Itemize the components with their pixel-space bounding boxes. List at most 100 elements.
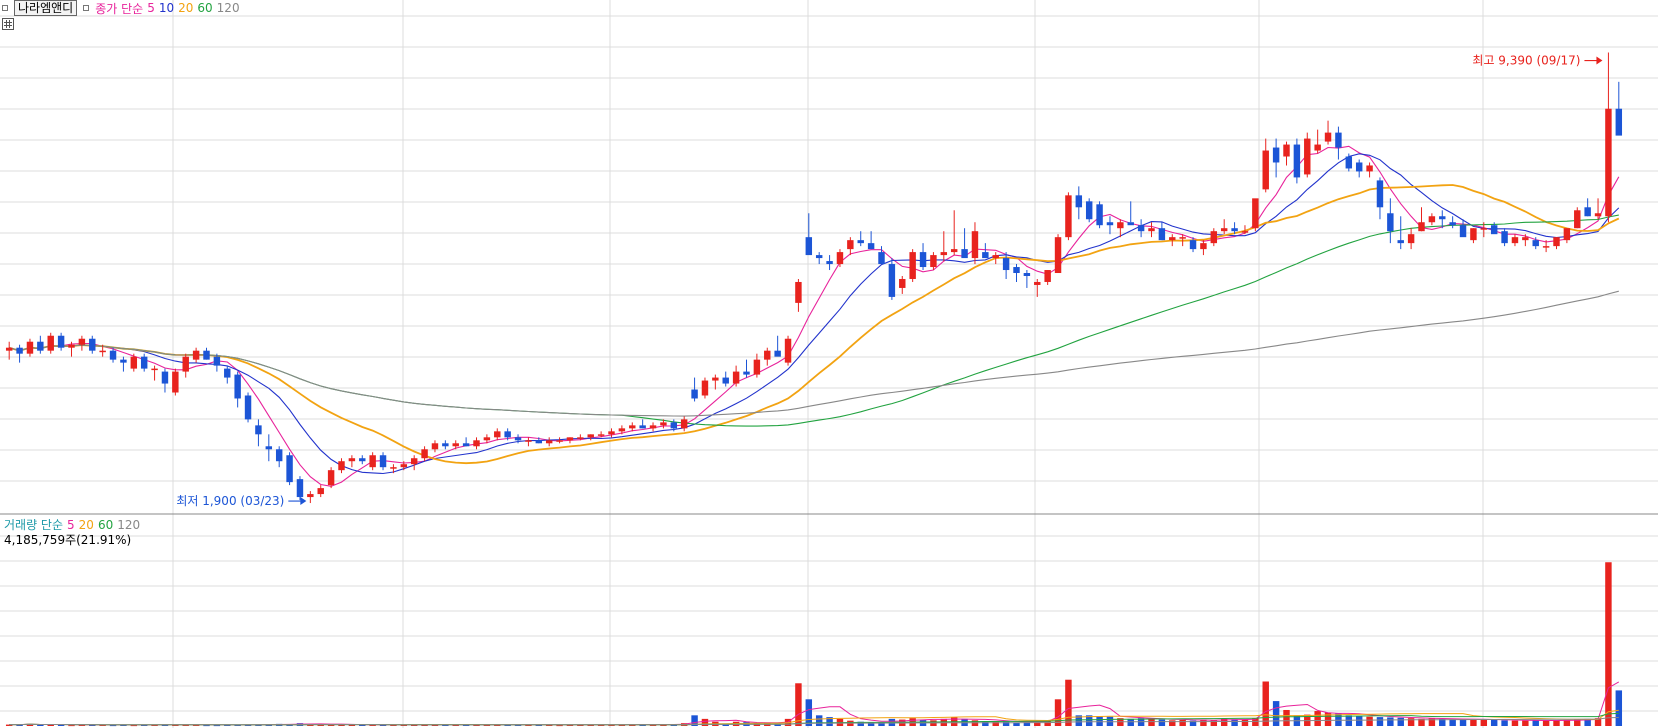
candle-body[interactable]	[982, 252, 989, 259]
candle-body[interactable]	[712, 377, 719, 381]
candle-body[interactable]	[971, 231, 979, 259]
candle-body[interactable]	[338, 461, 345, 471]
candle-body[interactable]	[556, 440, 563, 442]
candle-body[interactable]	[1594, 213, 1602, 217]
candle-body[interactable]	[1075, 195, 1083, 208]
candle-body[interactable]	[172, 371, 179, 393]
candle-body[interactable]	[1522, 237, 1529, 241]
candle-body[interactable]	[130, 356, 138, 369]
volume-bar[interactable]	[1490, 719, 1498, 726]
candle-body[interactable]	[348, 458, 356, 462]
volume-bar[interactable]	[1542, 720, 1550, 726]
candle-body[interactable]	[494, 431, 501, 438]
candle-body[interactable]	[462, 443, 470, 447]
vol-ma60-label[interactable]: 60	[98, 518, 113, 532]
candle-body[interactable]	[660, 422, 667, 426]
volume-bar[interactable]	[1470, 719, 1477, 726]
candle-body[interactable]	[1511, 237, 1519, 244]
candle-body[interactable]	[1542, 246, 1550, 248]
candle-body[interactable]	[1387, 213, 1394, 232]
candle-body[interactable]	[1490, 225, 1498, 235]
vol-ma20-label[interactable]: 20	[79, 518, 94, 532]
candle-body[interactable]	[1418, 222, 1425, 232]
volume-bar[interactable]	[1387, 717, 1394, 726]
candle-body[interactable]	[618, 428, 626, 432]
candle-body[interactable]	[878, 252, 885, 265]
candle-body[interactable]	[1241, 231, 1249, 233]
candle-body[interactable]	[16, 347, 23, 354]
candle-body[interactable]	[1553, 237, 1560, 247]
candle-body[interactable]	[1584, 207, 1591, 217]
candle-body[interactable]	[192, 350, 200, 360]
ma10-label[interactable]: 10	[159, 1, 174, 15]
volume-bar[interactable]	[1532, 720, 1539, 726]
candle-body[interactable]	[421, 449, 428, 459]
candle-body[interactable]	[639, 425, 646, 429]
candle-body[interactable]	[89, 338, 96, 351]
candle-body[interactable]	[1252, 198, 1259, 229]
candle-body[interactable]	[1231, 228, 1238, 232]
candle-body[interactable]	[566, 437, 574, 441]
candle-body[interactable]	[743, 371, 750, 375]
candle-body[interactable]	[369, 455, 376, 468]
candle-body[interactable]	[680, 419, 688, 429]
stock-name-button[interactable]: 나라엠앤디	[14, 0, 78, 16]
candle-body[interactable]	[514, 437, 522, 441]
candle-body[interactable]	[1615, 108, 1623, 136]
candle-body[interactable]	[1127, 222, 1134, 226]
candle-body[interactable]	[1304, 138, 1311, 175]
candle-body[interactable]	[1096, 204, 1103, 226]
candle-body[interactable]	[867, 243, 875, 250]
candle-body[interactable]	[1054, 237, 1062, 274]
candle-body[interactable]	[888, 264, 896, 297]
candle-body[interactable]	[400, 464, 408, 468]
candle-body[interactable]	[1200, 243, 1207, 250]
candle-body[interactable]	[379, 455, 387, 468]
candle-body[interactable]	[473, 440, 480, 447]
candle-body[interactable]	[535, 440, 543, 444]
candle-body[interactable]	[307, 494, 314, 498]
volume-bar[interactable]	[1459, 719, 1467, 726]
candle-body[interactable]	[224, 368, 231, 378]
candle-body[interactable]	[1574, 210, 1581, 229]
candle-body[interactable]	[764, 350, 771, 360]
volume-bar[interactable]	[1127, 718, 1134, 726]
candle-body[interactable]	[1449, 222, 1456, 226]
candle-body[interactable]	[234, 374, 241, 399]
candle-body[interactable]	[608, 431, 615, 435]
volume-bar[interactable]	[1605, 562, 1612, 726]
candle-body[interactable]	[1563, 228, 1571, 241]
candle-body[interactable]	[68, 344, 75, 348]
volume-bar[interactable]	[37, 724, 44, 726]
candle-body[interactable]	[649, 425, 657, 429]
candle-body[interactable]	[1023, 273, 1031, 276]
candle-body[interactable]	[410, 458, 418, 465]
candle-body[interactable]	[26, 341, 34, 354]
candle-body[interactable]	[930, 255, 937, 268]
candle-body[interactable]	[1293, 144, 1301, 178]
candle-body[interactable]	[140, 356, 148, 369]
candle-body[interactable]	[161, 371, 169, 384]
volume-bar[interactable]	[1065, 679, 1072, 726]
candle-body[interactable]	[701, 380, 709, 396]
candle-body[interactable]	[1158, 228, 1166, 241]
volume-bar[interactable]	[815, 715, 823, 726]
candle-body[interactable]	[286, 455, 293, 483]
candle-body[interactable]	[1501, 231, 1508, 244]
volume-bar[interactable]	[1272, 701, 1280, 726]
candle-body[interactable]	[857, 240, 864, 244]
ma20-label[interactable]: 20	[178, 1, 193, 15]
candle-body[interactable]	[213, 356, 221, 366]
candle-body[interactable]	[47, 335, 54, 351]
candle-body[interactable]	[940, 252, 948, 256]
candle-body[interactable]	[899, 278, 906, 288]
volume-bar[interactable]	[1096, 716, 1103, 726]
candle-body[interactable]	[203, 350, 210, 360]
volume-bar[interactable]	[1480, 719, 1488, 726]
vol-ma120-label[interactable]: 120	[117, 518, 140, 532]
volume-bar[interactable]	[1241, 719, 1249, 726]
volume-bar[interactable]	[1376, 717, 1384, 726]
candle-body[interactable]	[1532, 240, 1539, 247]
volume-bar[interactable]	[1262, 681, 1269, 727]
candle-body[interactable]	[442, 443, 449, 447]
